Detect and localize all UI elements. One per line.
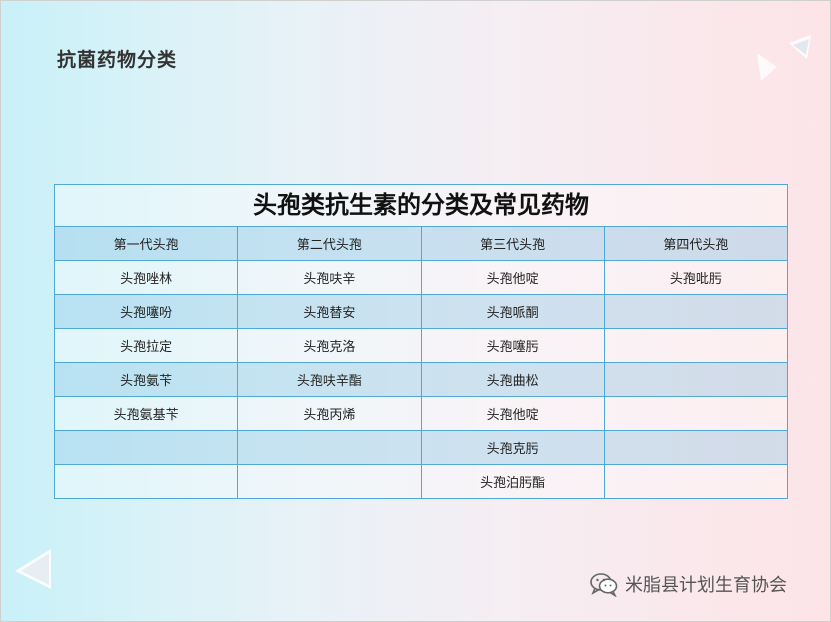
table-cell — [603, 328, 789, 363]
table-row: 头孢氨苄 头孢呋辛酯 头孢曲松 — [53, 362, 789, 397]
table-cell — [237, 430, 422, 465]
table-cell — [603, 294, 789, 329]
table-cell — [53, 430, 239, 465]
table-header-row: 第一代头孢 第二代头孢 第三代头孢 第四代头孢 — [53, 226, 789, 261]
wechat-icon — [590, 573, 618, 597]
header-second-gen: 第二代头孢 — [237, 226, 422, 261]
decor-triangles-top-right — [757, 35, 811, 81]
table-cell: 头孢克洛 — [237, 328, 422, 363]
table-cell — [603, 396, 789, 431]
table-cell: 头孢丙烯 — [237, 396, 422, 431]
table-row: 头孢唑林 头孢呋辛 头孢他啶 头孢吡肟 — [53, 260, 789, 295]
header-third-gen: 第三代头孢 — [420, 226, 605, 261]
table-cell — [53, 464, 239, 499]
table-cell: 头孢吡肟 — [603, 260, 789, 295]
table-cell: 头孢呋辛 — [237, 260, 422, 295]
table-cell — [603, 430, 789, 465]
table-cell: 头孢噻吩 — [53, 294, 239, 329]
watermark: 米脂县计划生育协会 — [589, 571, 787, 597]
slide: 抗菌药物分类 头孢类抗生素的分类及常见药物 第一代头孢 第二代头孢 第三代头孢 … — [0, 0, 831, 622]
table-cell — [603, 362, 789, 397]
table-cell: 头孢替安 — [237, 294, 422, 329]
table-cell — [603, 464, 789, 499]
table-row: 头孢拉定 头孢克洛 头孢噻肟 — [53, 328, 789, 363]
header-first-gen: 第一代头孢 — [53, 226, 239, 261]
table-row: 头孢克肟 — [53, 430, 789, 465]
table-row: 头孢泊肟酯 — [53, 464, 789, 499]
table-cell: 头孢泊肟酯 — [420, 464, 605, 499]
decor-triangle-bottom-left — [15, 549, 51, 589]
watermark-text: 米脂县计划生育协会 — [625, 575, 787, 596]
table-cell: 头孢唑林 — [53, 260, 239, 295]
table-cell: 头孢噻肟 — [420, 328, 605, 363]
table-cell — [237, 464, 422, 499]
table-cell: 头孢他啶 — [420, 396, 605, 431]
table-cell: 头孢克肟 — [420, 430, 605, 465]
header-fourth-gen: 第四代头孢 — [603, 226, 789, 261]
table-caption: 头孢类抗生素的分类及常见药物 — [54, 184, 788, 226]
table-cell: 头孢曲松 — [420, 362, 605, 397]
table-cell: 头孢哌酮 — [420, 294, 605, 329]
table-row: 头孢氨基苄 头孢丙烯 头孢他啶 — [53, 396, 789, 431]
table-cell: 头孢呋辛酯 — [237, 362, 422, 397]
table-row: 头孢噻吩 头孢替安 头孢哌酮 — [53, 294, 789, 329]
table-cell: 头孢他啶 — [420, 260, 605, 295]
table-cell: 头孢氨基苄 — [53, 396, 239, 431]
table-cell: 头孢拉定 — [53, 328, 239, 363]
cephalosporin-table: 头孢类抗生素的分类及常见药物 第一代头孢 第二代头孢 第三代头孢 第四代头孢 头… — [53, 184, 789, 499]
table-cell: 头孢氨苄 — [53, 362, 239, 397]
slide-title: 抗菌药物分类 — [57, 49, 178, 71]
